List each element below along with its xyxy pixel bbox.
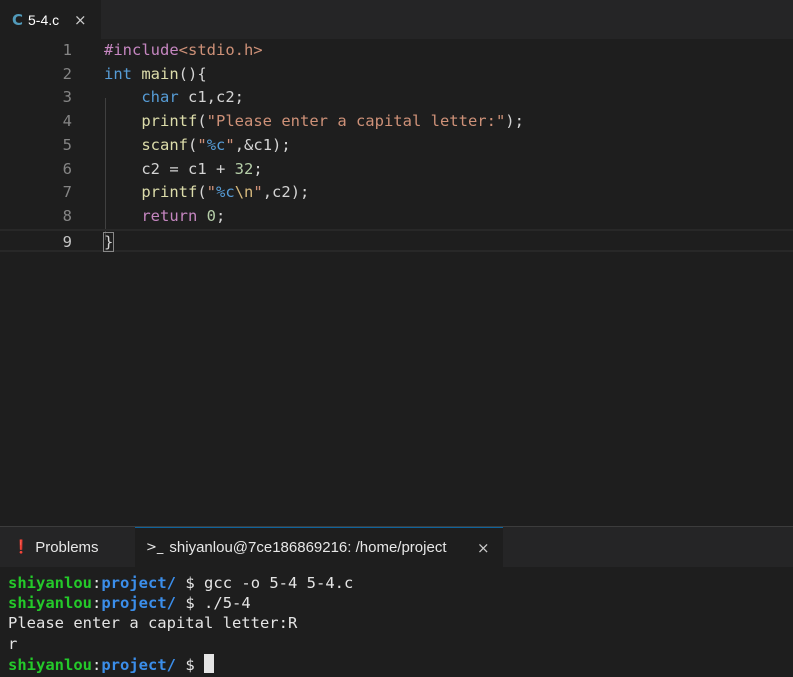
line-number: 7 [62, 183, 72, 202]
line-number: 5 [62, 135, 72, 154]
code-line: 8 return 0; [0, 205, 793, 229]
editor-tab-bar: C 5-4.c × [0, 0, 793, 39]
code-text: printf("Please enter a capital letter:")… [141, 112, 524, 131]
problems-icon: ❗ [13, 539, 30, 555]
code-text: printf("%c\n",c2); [141, 183, 310, 202]
code-line: 7 printf("%c\n",c2); [0, 181, 793, 205]
line-number: 1 [62, 41, 72, 59]
terminal-line: shiyanlou:project/ $ gcc -o 5-4 5-4.c [8, 574, 354, 592]
code-line: 3 char c1,c2; [0, 86, 793, 110]
panel-tab-bar-filler [503, 527, 793, 567]
line-number: 4 [62, 112, 72, 131]
terminal-cursor [204, 653, 215, 673]
code-text: scanf("%c",&c1); [141, 135, 291, 154]
code-text: } [102, 231, 115, 252]
terminal-output[interactable]: shiyanlou:project/ $ gcc -o 5-4 5-4.c sh… [8, 573, 353, 674]
code-editor[interactable]: 1 #include<stdio.h> 2 int main(){ 3 char… [0, 39, 793, 526]
terminal-line: Please enter a capital letter:R [8, 614, 298, 633]
code-text: return 0; [141, 206, 226, 225]
tab-label: 5-4.c [28, 11, 60, 28]
close-icon[interactable]: × [477, 539, 490, 557]
terminal-tab-label: shiyanlou@7ce186869216: /home/project [169, 539, 447, 556]
code-line: 2 int main(){ [0, 63, 793, 87]
line-number: 8 [62, 206, 72, 225]
line-number: 9 [62, 232, 72, 251]
code-text: c2 = c1 + 32; [104, 159, 263, 178]
code-line: 5 scanf("%c",&c1); [0, 134, 793, 158]
problems-label: Problems [35, 538, 99, 556]
terminal-line: r [8, 634, 18, 653]
tab-terminal[interactable]: >_ shiyanlou@7ce186869216: /home/project… [135, 527, 503, 567]
code-line: 1 #include<stdio.h> [0, 39, 793, 63]
tab-5-4-c[interactable]: C 5-4.c × [0, 0, 101, 39]
c-file-icon: C [12, 10, 24, 29]
terminal-line: shiyanlou:project/ $ ./5-4 [8, 594, 251, 613]
code-line: 6 c2 = c1 + 32; [0, 158, 793, 182]
code-line-current: 9 } [0, 228, 793, 253]
terminal-icon: >_ [146, 540, 164, 555]
code-text: #include<stdio.h> [104, 41, 263, 59]
code-text: int main(){ [104, 64, 207, 83]
line-number: 3 [62, 88, 72, 107]
bottom-panel: ❗ Problems >_ shiyanlou@7ce186869216: /h… [0, 526, 793, 677]
close-icon[interactable]: × [74, 11, 87, 29]
code-line: 4 printf("Please enter a capital letter:… [0, 110, 793, 134]
line-number: 2 [62, 64, 72, 83]
tab-problems[interactable]: ❗ Problems [0, 527, 135, 567]
line-number: 6 [62, 159, 72, 178]
code-text: char c1,c2; [141, 88, 244, 107]
terminal-line: shiyanlou:project/ $ [8, 653, 353, 674]
